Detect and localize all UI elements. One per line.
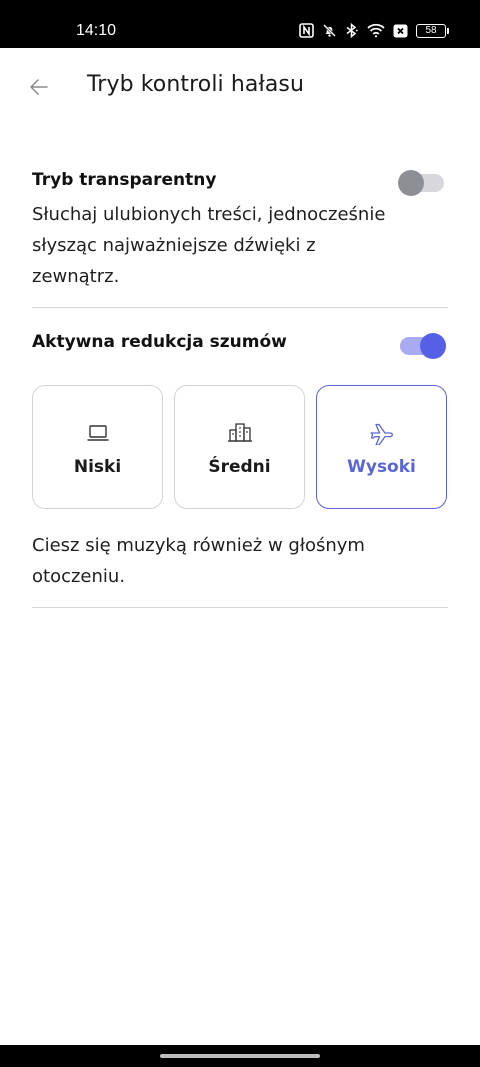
divider [32, 607, 448, 608]
status-bar: 14:10 58 [0, 0, 480, 48]
transparent-mode-toggle[interactable] [398, 170, 446, 196]
description-line: otoczeniu. [32, 566, 126, 587]
airplane-icon [369, 423, 393, 445]
bluetooth-icon [346, 23, 358, 38]
page-title: Tryb kontroli hałasu [87, 72, 305, 97]
mode-card-wysoki[interactable]: Wysoki [316, 385, 447, 509]
nfc-icon [299, 23, 314, 38]
mode-card-niski[interactable]: Niski [32, 385, 163, 509]
anc-description: Ciesz się muzyką również w głośnym otocz… [32, 530, 365, 592]
toggle-thumb [398, 170, 424, 196]
home-indicator[interactable] [160, 1054, 320, 1058]
description-line: Ciesz się muzyką również w głośnym [32, 535, 365, 556]
navigation-bar [0, 1045, 480, 1067]
laptop-icon [86, 425, 109, 441]
bell-off-icon [323, 24, 336, 37]
status-icons: 58 [299, 23, 449, 38]
toggle-thumb [420, 333, 446, 359]
transparent-mode-description: Słuchaj ulubionych treści, jednocześnie … [32, 199, 385, 292]
close-box-icon [393, 24, 408, 37]
description-line: Słuchaj ulubionych treści, jednocześnie [32, 204, 386, 225]
status-time: 14:10 [76, 22, 117, 39]
wifi-icon [367, 23, 385, 38]
mode-label: Średni [208, 457, 271, 477]
anc-toggle[interactable] [398, 333, 446, 359]
description-line: słysząc najważniejsze dźwięki z [32, 235, 316, 256]
battery-icon: 58 [416, 23, 449, 38]
transparent-mode-label: Tryb transparentny [32, 170, 217, 190]
arrow-left-icon [30, 79, 48, 95]
app-header: Tryb kontroli hałasu [0, 48, 480, 128]
mode-label: Wysoki [347, 457, 416, 477]
divider [32, 307, 448, 308]
description-line: zewnątrz. [32, 266, 120, 287]
back-button[interactable] [26, 74, 52, 100]
anc-label: Aktywna redukcja szumów [32, 332, 287, 352]
buildings-icon [227, 423, 252, 442]
mode-label: Niski [73, 457, 122, 477]
mode-card-sredni[interactable]: Średni [174, 385, 305, 509]
